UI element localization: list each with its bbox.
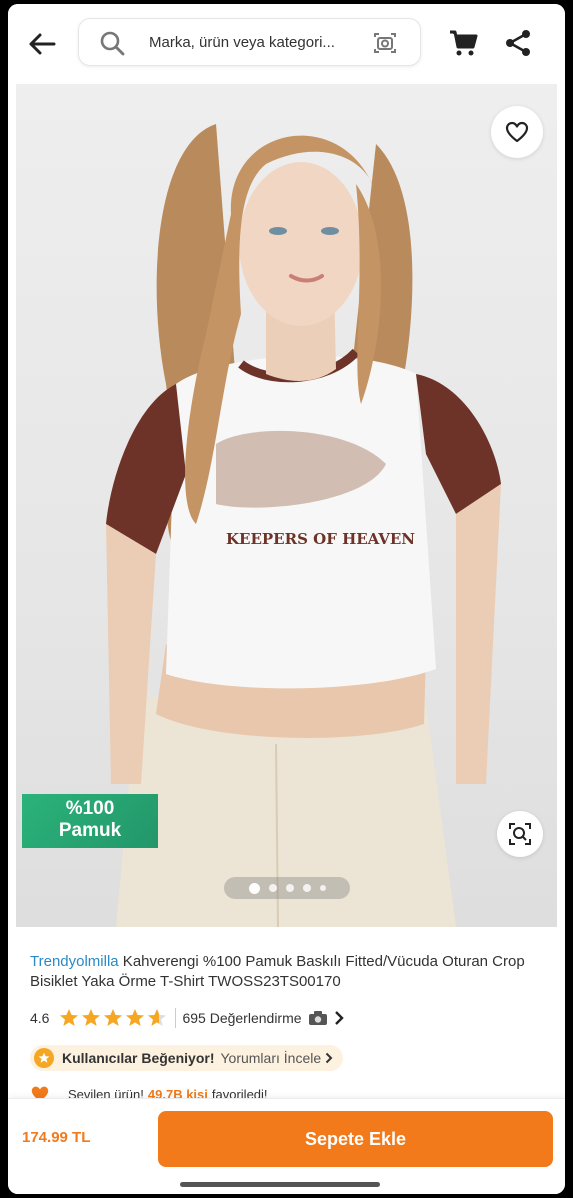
pagination-dot[interactable] [319, 885, 326, 891]
pagination-dot[interactable] [248, 882, 260, 894]
review-count[interactable]: 695 Değerlendirme [182, 1010, 301, 1026]
header: Marka, ürün veya kategori... [8, 4, 565, 84]
print-text: KEEPERS OF HEAVEN [226, 530, 415, 548]
material-badge: %100 Pamuk [22, 794, 158, 848]
pagination-dot[interactable] [302, 884, 311, 892]
badge-line-2: Pamuk [58, 820, 122, 841]
arrow-left-icon [29, 33, 56, 55]
search-input[interactable]: Marka, ürün veya kategori... [149, 34, 335, 51]
star-icon [82, 1009, 101, 1026]
view-reviews-link[interactable]: Yorumları İncele [220, 1050, 321, 1066]
favorite-button[interactable] [491, 106, 543, 158]
cart-icon [450, 30, 478, 56]
pagination-dot[interactable] [268, 884, 277, 892]
star-half-icon [148, 1009, 167, 1026]
star-icon [104, 1009, 123, 1026]
rating-row[interactable]: 4.6 695 Değerlendirme [30, 1006, 344, 1030]
camera-search-icon[interactable] [372, 31, 398, 55]
back-button[interactable] [22, 26, 62, 62]
gallery-pagination[interactable] [224, 877, 350, 899]
users-like-banner[interactable]: Kullanıcılar Beğeniyor! Yorumları İncele [30, 1045, 344, 1071]
users-like-text: Kullanıcılar Beğeniyor! [62, 1050, 215, 1066]
product-title: Trendyolmilla Kahverengi %100 Pamuk Bask… [30, 952, 540, 992]
chevron-right-icon [334, 1011, 344, 1025]
cart-button[interactable] [448, 28, 478, 63]
search-bar[interactable]: Marka, ürün veya kategori... [78, 18, 421, 66]
heart-icon [505, 121, 529, 143]
lens-icon [509, 823, 531, 845]
divider [175, 1008, 177, 1028]
add-to-cart-button[interactable]: Sepete Ekle [158, 1111, 553, 1167]
share-button[interactable] [504, 28, 532, 63]
star-badge-icon [34, 1048, 54, 1068]
pagination-dot[interactable] [285, 884, 294, 892]
chevron-right-icon [325, 1052, 333, 1064]
star-icon [60, 1009, 79, 1026]
camera-icon [308, 1011, 327, 1025]
search-icon [100, 31, 125, 56]
badge-line-1: %100 [65, 798, 115, 819]
home-indicator[interactable] [180, 1182, 380, 1187]
share-icon [506, 30, 530, 56]
star-icon [126, 1009, 145, 1026]
brand-link[interactable]: Trendyolmilla [30, 953, 119, 970]
bottom-bar: 174.99 TL Sepete Ekle [8, 1098, 565, 1194]
price: 174.99 TL [22, 1129, 91, 1146]
product-image-gallery[interactable]: KEEPERS OF HEAVEN %100 Pamuk [16, 84, 557, 927]
screen: Marka, ürün veya kategori... KEEPERS OF … [8, 4, 565, 1194]
visual-search-button[interactable] [497, 811, 543, 857]
rating-score: 4.6 [30, 1010, 50, 1026]
